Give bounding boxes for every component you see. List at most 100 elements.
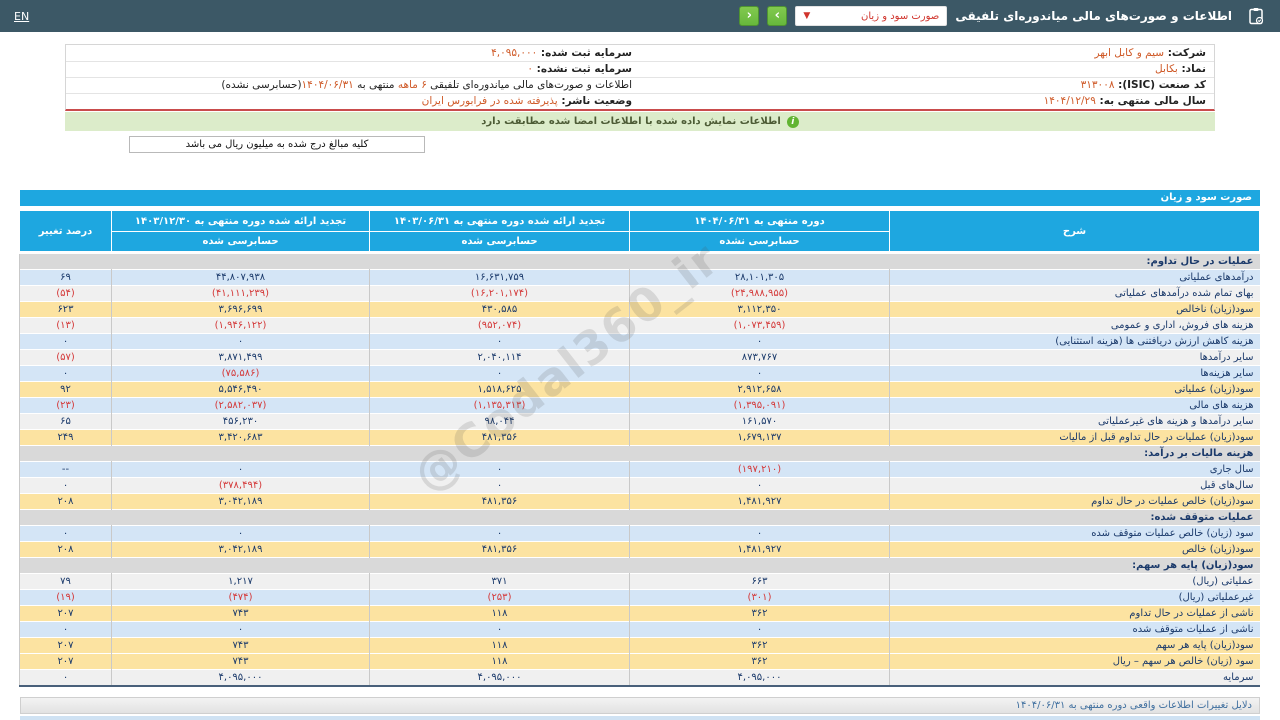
info-value: پذیرفته شده در فرابورس ایران (421, 95, 558, 108)
row-label: عملیاتی (ریال) (889, 573, 1260, 590)
info-label: سرمایه ثبت نشده: (532, 63, 632, 75)
income-statement-section: صورت سود و زیان @Codal360_ir شرح دوره من… (19, 190, 1260, 687)
row-value-prior: ۰ (369, 461, 630, 478)
row-value-prior: ۱۱۸ (369, 605, 630, 622)
row-value-annual: ۳,۶۹۶,۶۹۹ (111, 301, 370, 318)
row-label: ناشی از عملیات در حال تداوم (889, 605, 1260, 622)
row-value-change: ۲۰۷ (19, 653, 112, 670)
row-label: سود(زیان) پایه هر سهم (889, 637, 1260, 654)
row-label: بهای تمام شده درآمدهای عملیاتی (889, 285, 1260, 302)
row-value-change: ۲۰۷ (19, 605, 112, 622)
section-label: هزینه مالیات بر درآمد: (19, 445, 1260, 462)
info-row: سال مالی منتهی به: ۱۴۰۴/۱۲/۲۹ وضعیت ناشر:… (66, 93, 1214, 109)
row-value-change: (۲۳) (19, 397, 112, 414)
table-row: سود (زیان) خالص هر سهم – ریال ۳۶۲ ۱۱۸ ۷۴۳ ۲۰… (19, 653, 1260, 670)
table-row: سود (زیان) خالص عملیات متوقف شده ۰ ۰ ۰ ۰ (19, 525, 1260, 542)
row-value-change: ۲۴۹ (19, 429, 112, 446)
row-value-annual: ۰ (111, 621, 370, 638)
info-cell: شرکت: سیم و کابل ابهر (640, 45, 1214, 62)
row-value-change: ۰ (19, 333, 112, 350)
row-value-current: ۱۶۱,۵۷۰ (629, 413, 890, 430)
row-value-annual: (۴۷۴) (111, 589, 370, 606)
info-row: نماد: بکابل سرمایه ثبت نشده: ۰ (66, 61, 1214, 78)
info-cell: وضعیت ناشر: پذیرفته شده در فرابورس ایران (66, 93, 640, 109)
row-label: سال‌های قبل (889, 477, 1260, 494)
row-value-change: (۱۹) (19, 589, 112, 606)
row-label: سود(زیان) ناخالص (889, 301, 1260, 318)
section-label: عملیات در حال تداوم: (19, 251, 1260, 270)
row-value-prior: ۱۱۸ (369, 637, 630, 654)
row-value-current: (۲۴,۹۸۸,۹۵۵) (629, 285, 890, 302)
row-value-current: ۲,۹۱۲,۶۵۸ (629, 381, 890, 398)
row-value-prior: (۱,۱۳۵,۳۱۳) (369, 397, 630, 414)
chevron-down-icon: ▼ (803, 10, 811, 21)
statement-type-dropdown[interactable]: صورت سود و زیان ▼ (795, 6, 948, 26)
info-label: وضعیت ناشر: (557, 95, 632, 108)
statement-title-bar: صورت سود و زیان (20, 190, 1260, 206)
section-header-row: عملیات متوقف شده: (19, 509, 1260, 526)
row-label: سود(زیان) خالص عملیات در حال تداوم (889, 493, 1260, 510)
row-label: هزینه های مالی (889, 397, 1260, 414)
row-value-annual: ۴۵۶,۲۳۰ (111, 413, 370, 430)
row-value-current: ۳,۱۱۲,۳۵۰ (629, 301, 890, 318)
row-value-prior: ۱۶,۶۳۱,۷۵۹ (369, 269, 630, 286)
table-row: سایر هزینه‌ها ۰ ۰ (۷۵,۵۸۶) ۰ (19, 365, 1260, 382)
info-value: ۱۴۰۴/۰۶/۳۱ (301, 79, 354, 91)
row-value-prior: ۰ (369, 365, 630, 382)
row-value-annual: (۳۷۸,۴۹۴) (111, 477, 370, 494)
row-value-prior: ۴۸۱,۳۵۶ (369, 429, 630, 446)
col-header-annual-period: تجدید ارائه شده دوره منتهی به ۱۴۰۳/۱۲/۳۰ (111, 210, 370, 232)
table-row: عملیاتی (ریال) ۶۶۳ ۳۷۱ ۱,۲۱۷ ۷۹ (19, 573, 1260, 590)
table-row: سایر درآمدها ۸۷۳,۷۶۷ ۲,۰۴۰,۱۱۴ ۳,۸۷۱,۴۹۹ (۵۷… (19, 349, 1260, 366)
change-reasons-accordion[interactable]: دلایل تغییرات اطلاعات واقعی دوره منتهی ب… (20, 697, 1260, 714)
info-row: شرکت: سیم و کابل ابهر سرمایه ثبت شده: ۴,۰… (66, 45, 1214, 62)
row-value-annual: (۲,۵۸۲,۰۳۷) (111, 397, 370, 414)
table-row: غیرعملیاتی (ریال) (۳۰۱) (۲۵۳) (۴۷۴) (۱۹) (19, 589, 1260, 606)
row-label: سود (زیان) خالص هر سهم – ریال (889, 653, 1260, 670)
section-header-row: سود(زیان) پایه هر سهم: (19, 557, 1260, 574)
row-value-current: ۰ (629, 525, 890, 542)
row-value-prior: ۰ (369, 333, 630, 350)
table-row: سرمایه ۴,۰۹۵,۰۰۰ ۴,۰۹۵,۰۰۰ ۴,۰۹۵,۰۰۰ ۰ (19, 669, 1260, 687)
row-value-change: ۰ (19, 525, 112, 542)
row-value-prior: ۲,۰۴۰,۱۱۴ (369, 349, 630, 366)
accordion-content-strip (20, 716, 1260, 720)
row-value-prior: ۰ (369, 621, 630, 638)
col-header-prior-period: تجدید ارائه شده دوره منتهی به ۱۴۰۳/۰۶/۳۱ (369, 210, 630, 232)
english-language-link[interactable]: EN (14, 10, 29, 23)
row-value-change: ۰ (19, 477, 112, 494)
col-subheader-prior-audit: حسابرسی شده (369, 231, 630, 253)
row-value-change: ۶۵ (19, 413, 112, 430)
row-value-current: ۱,۶۷۹,۱۳۷ (629, 429, 890, 446)
row-value-annual: ۳,۰۴۲,۱۸۹ (111, 493, 370, 510)
info-icon: i (786, 115, 799, 128)
row-value-change: ۲۰۸ (19, 493, 112, 510)
row-label: درآمدهای عملیاتی (889, 269, 1260, 286)
info-label: شرکت: (1164, 46, 1206, 59)
row-value-current: (۱۹۷,۲۱۰) (629, 461, 890, 478)
row-value-change: ۰ (19, 669, 112, 687)
row-value-change: ۹۲ (19, 381, 112, 398)
info-label: سال مالی منتهی به: (1095, 95, 1206, 108)
row-value-change: ۰ (19, 621, 112, 638)
info-cell: سرمایه ثبت شده: ۴,۰۹۵,۰۰۰ (66, 45, 640, 62)
section-header-row: عملیات در حال تداوم: (19, 251, 1260, 270)
table-row: سود(زیان) خالص عملیات در حال تداوم ۱,۴۸۱,… (19, 493, 1260, 510)
row-value-prior: ۴,۰۹۵,۰۰۰ (369, 669, 630, 687)
row-value-current: (۱,۳۹۵,۰۹۱) (629, 397, 890, 414)
prev-statement-button[interactable]: ‹ (739, 6, 760, 26)
row-value-prior: ۱,۵۱۸,۶۲۵ (369, 381, 630, 398)
next-statement-button[interactable]: › (767, 6, 788, 26)
row-value-change: ۷۹ (19, 573, 112, 590)
info-cell: سال مالی منتهی به: ۱۴۰۴/۱۲/۲۹ (640, 93, 1214, 109)
row-label: سود(زیان) خالص (889, 541, 1260, 558)
row-value-prior: ۳۷۱ (369, 573, 630, 590)
table-row: سود(زیان) پایه هر سهم ۳۶۲ ۱۱۸ ۷۴۳ ۲۰۷ (19, 637, 1260, 654)
info-label: سرمایه ثبت شده: (537, 46, 632, 59)
info-cell: نماد: بکابل (640, 61, 1214, 78)
row-label: ناشی از عملیات متوقف شده (889, 621, 1260, 638)
row-value-annual: ۷۴۳ (111, 653, 370, 670)
row-value-current: (۱,۰۷۳,۴۵۹) (629, 317, 890, 334)
company-info-panel: شرکت: سیم و کابل ابهر سرمایه ثبت شده: ۴,۰… (65, 44, 1215, 111)
row-value-annual: ۷۴۳ (111, 605, 370, 622)
